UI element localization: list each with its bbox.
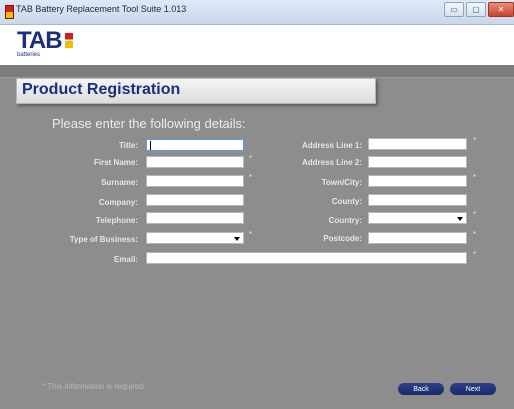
required-marker: * (473, 210, 477, 219)
next-button[interactable]: Next (450, 383, 496, 395)
window-controls: ▭ ▢ ✕ (444, 2, 514, 18)
town-city-label: Town/City: (321, 178, 362, 187)
business-type-select[interactable] (146, 232, 244, 244)
required-marker: * (249, 230, 253, 239)
window-title: TAB Battery Replacement Tool Suite 1.013 (16, 4, 187, 14)
header-bar: TAB batteries (0, 25, 514, 65)
email-input[interactable] (146, 252, 467, 264)
tab-logo: TAB (17, 27, 73, 54)
title-bar[interactable]: TAB Battery Replacement Tool Suite 1.013… (0, 0, 514, 25)
email-label: Email: (113, 255, 138, 264)
company-label: Company: (98, 198, 138, 207)
required-marker: * (249, 173, 253, 182)
battery-icon (5, 5, 14, 19)
postcode-label: Postcode: (323, 234, 362, 243)
required-marker: * (473, 136, 477, 145)
first-name-input[interactable] (146, 156, 244, 168)
form-instructions: Please enter the following details: (52, 116, 246, 131)
chevron-down-icon (457, 217, 463, 221)
address-line-2-input[interactable] (368, 156, 467, 168)
county-input[interactable] (368, 194, 467, 206)
app-window: TAB Battery Replacement Tool Suite 1.013… (0, 0, 514, 409)
header-divider (0, 65, 514, 78)
surname-label: Surname: (101, 178, 138, 187)
required-marker: * (249, 154, 253, 163)
address-line-1-label: Address Line 1: (301, 141, 362, 150)
page-title: Product Registration (22, 81, 181, 98)
logo-battery-icon (64, 33, 73, 48)
text-caret (150, 141, 151, 150)
address-line-1-input[interactable] (368, 138, 467, 150)
telephone-input[interactable] (146, 212, 244, 224)
title-label: Title: (119, 141, 138, 150)
company-input[interactable] (146, 194, 244, 206)
first-name-label: First Name: (93, 158, 138, 167)
required-marker: * (473, 230, 477, 239)
business-type-label: Type of Business: (69, 235, 138, 244)
page-title-panel: Product Registration (16, 78, 376, 104)
logo-subtitle: batteries (17, 52, 41, 58)
title-input[interactable] (146, 139, 244, 151)
surname-input[interactable] (146, 175, 244, 187)
minimize-icon[interactable]: ▭ (444, 2, 464, 17)
required-marker: * (473, 173, 477, 182)
town-city-input[interactable] (368, 175, 467, 187)
postcode-input[interactable] (368, 232, 467, 244)
county-label: County: (331, 197, 362, 206)
close-icon[interactable]: ✕ (488, 2, 514, 17)
chevron-down-icon (234, 237, 240, 241)
required-note: * This information is required (42, 382, 144, 391)
back-button[interactable]: Back (398, 383, 444, 395)
logo-brand: TAB (17, 27, 63, 54)
maximize-icon[interactable]: ▢ (466, 2, 486, 17)
country-label: Country: (328, 216, 362, 225)
telephone-label: Telephone: (95, 216, 138, 225)
country-select[interactable] (368, 212, 467, 224)
address-line-2-label: Address Line 2: (301, 158, 362, 167)
required-marker: * (473, 250, 477, 259)
